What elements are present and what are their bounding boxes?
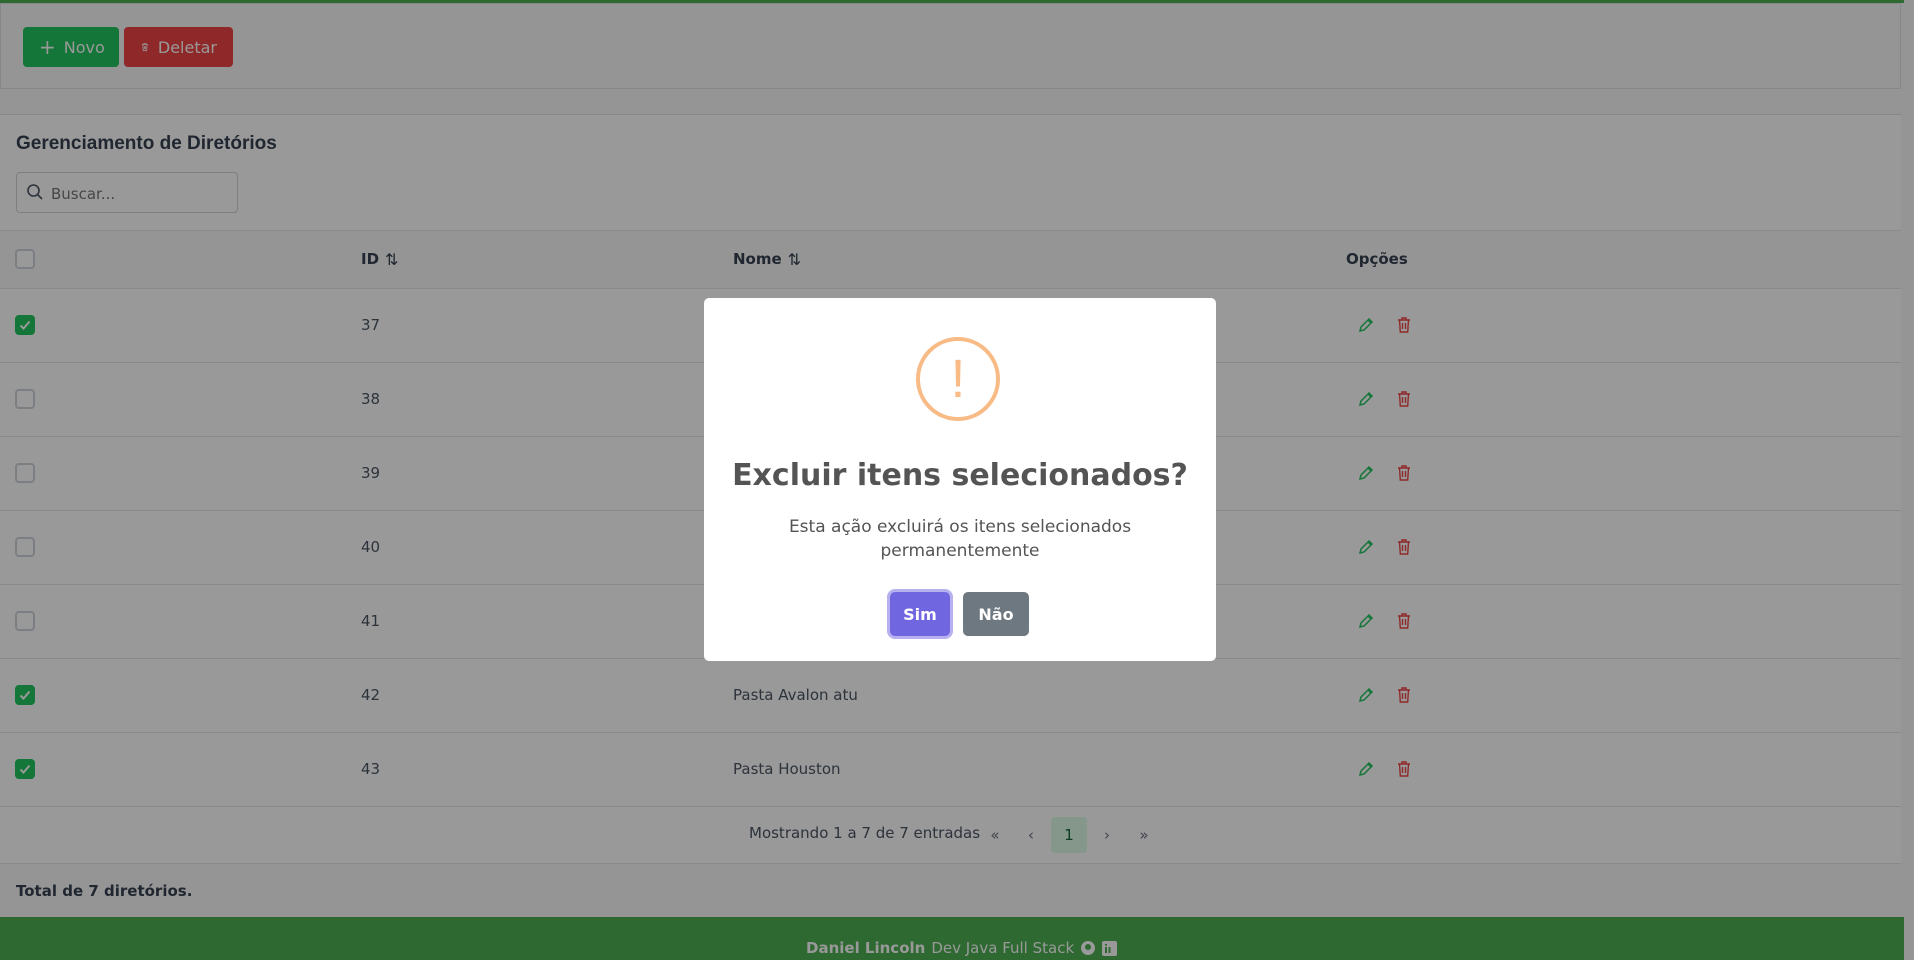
dialog-title: Excluir itens selecionados? bbox=[732, 458, 1188, 493]
dialog-message: Esta ação excluirá os itens selecionados… bbox=[788, 517, 1132, 561]
confirm-no-button[interactable]: Não bbox=[963, 592, 1029, 636]
confirm-dialog: ! Excluir itens selecionados? Esta ação … bbox=[704, 298, 1216, 661]
warning-mark: ! bbox=[950, 349, 966, 409]
warning-icon: ! bbox=[916, 337, 1000, 421]
confirm-yes-button[interactable]: Sim bbox=[890, 592, 950, 636]
